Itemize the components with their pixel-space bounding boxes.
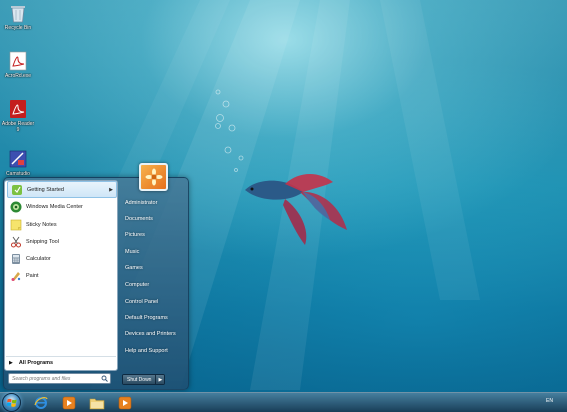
language-indicator[interactable]: EN [546, 398, 553, 404]
desktop-icon-label: Adobe Reader 9 [1, 121, 35, 133]
taskbar-media-player[interactable] [58, 394, 80, 411]
shutdown-button[interactable]: Shut Down [123, 375, 156, 384]
taskbar-media-player-2[interactable] [114, 394, 136, 411]
start-menu-programs-pane: Getting Started ▶ Windows Media Center S… [4, 180, 118, 371]
start-item-label: Control Panel [125, 299, 159, 305]
start-item-control-panel[interactable]: Control Panel [122, 296, 184, 308]
calculator-icon [9, 252, 22, 265]
desktop-icon-label: AcroRd.exe [4, 73, 32, 79]
start-item-label: Documents [125, 216, 153, 222]
acrobat-icon [7, 50, 29, 72]
start-item-label: Music [125, 249, 140, 255]
start-item-label: Pictures [125, 232, 145, 238]
program-label: Getting Started [27, 186, 64, 193]
sticky-notes-icon [9, 218, 22, 231]
betta-fish [245, 174, 347, 245]
program-label: Calculator [26, 255, 51, 262]
start-item-devices-and-printers[interactable]: Devices and Printers [122, 328, 184, 340]
start-search-box[interactable] [8, 373, 111, 384]
program-getting-started[interactable]: Getting Started ▶ [7, 181, 117, 198]
media-center-icon [9, 200, 22, 213]
desktop-icon-recycle-bin[interactable]: Recycle Bin [0, 2, 36, 31]
start-item-label: Default Programs [125, 315, 168, 321]
program-sticky-notes[interactable]: Sticky Notes [7, 216, 117, 233]
start-button[interactable] [2, 393, 21, 412]
program-label: Snipping Tool [26, 238, 59, 245]
media-player-icon [62, 396, 76, 409]
start-item-help-and-support[interactable]: Help and Support [122, 345, 184, 357]
start-item-label: Games [125, 265, 143, 271]
desktop-icon-adobe-reader[interactable]: Adobe Reader 9 [0, 98, 36, 133]
search-input[interactable] [12, 375, 100, 382]
start-item-games[interactable]: Games [122, 262, 184, 274]
media-player-icon [118, 396, 132, 409]
taskbar-file-explorer[interactable] [86, 394, 108, 411]
start-item-label: Devices and Printers [125, 331, 176, 337]
program-windows-media-center[interactable]: Windows Media Center [7, 198, 117, 215]
arrow-right-icon: ▶ [9, 359, 13, 366]
start-item-documents[interactable]: Documents [122, 213, 184, 225]
all-programs-button[interactable]: ▶ All Programs [6, 356, 116, 366]
program-snipping-tool[interactable]: Snipping Tool [7, 233, 117, 250]
start-item-label: Administrator [125, 200, 158, 206]
submenu-arrow-icon: ▶ [109, 186, 113, 193]
search-icon [101, 375, 108, 384]
internet-explorer-icon [34, 396, 48, 409]
program-label: Paint [26, 272, 39, 279]
start-item-default-programs[interactable]: Default Programs [122, 312, 184, 324]
shutdown-control: Shut Down ▶ [122, 374, 166, 385]
start-item-label: Help and Support [125, 348, 168, 354]
program-label: Sticky Notes [26, 221, 57, 228]
windows-logo-icon [6, 398, 17, 407]
camstudio-icon [7, 148, 29, 170]
taskbar-internet-explorer[interactable] [30, 394, 52, 411]
desktop-icon-acrord[interactable]: AcroRd.exe [0, 50, 36, 79]
start-item-label: Computer [125, 282, 150, 288]
getting-started-icon [10, 183, 23, 196]
start-item-computer[interactable]: Computer [122, 279, 184, 291]
desktop-icon-label: Recycle Bin [4, 25, 32, 31]
shutdown-options-arrow-icon[interactable]: ▶ [155, 375, 165, 384]
snipping-tool-icon [9, 235, 22, 248]
start-item-pictures[interactable]: Pictures [122, 229, 184, 241]
program-paint[interactable]: Paint [7, 267, 117, 284]
desktop-icon-camstudio[interactable]: Camstudio [0, 148, 36, 177]
file-explorer-icon [89, 398, 105, 409]
recycle-bin-icon [7, 2, 29, 24]
start-item-administrator[interactable]: Administrator [122, 197, 184, 209]
program-calculator[interactable]: Calculator [7, 250, 117, 267]
adobe-reader-icon [7, 98, 29, 120]
user-picture[interactable] [139, 163, 168, 191]
start-item-music[interactable]: Music [122, 246, 184, 258]
program-label: Windows Media Center [26, 203, 83, 210]
paint-icon [9, 269, 22, 282]
all-programs-label: All Programs [18, 359, 54, 366]
flower-icon [145, 168, 162, 186]
